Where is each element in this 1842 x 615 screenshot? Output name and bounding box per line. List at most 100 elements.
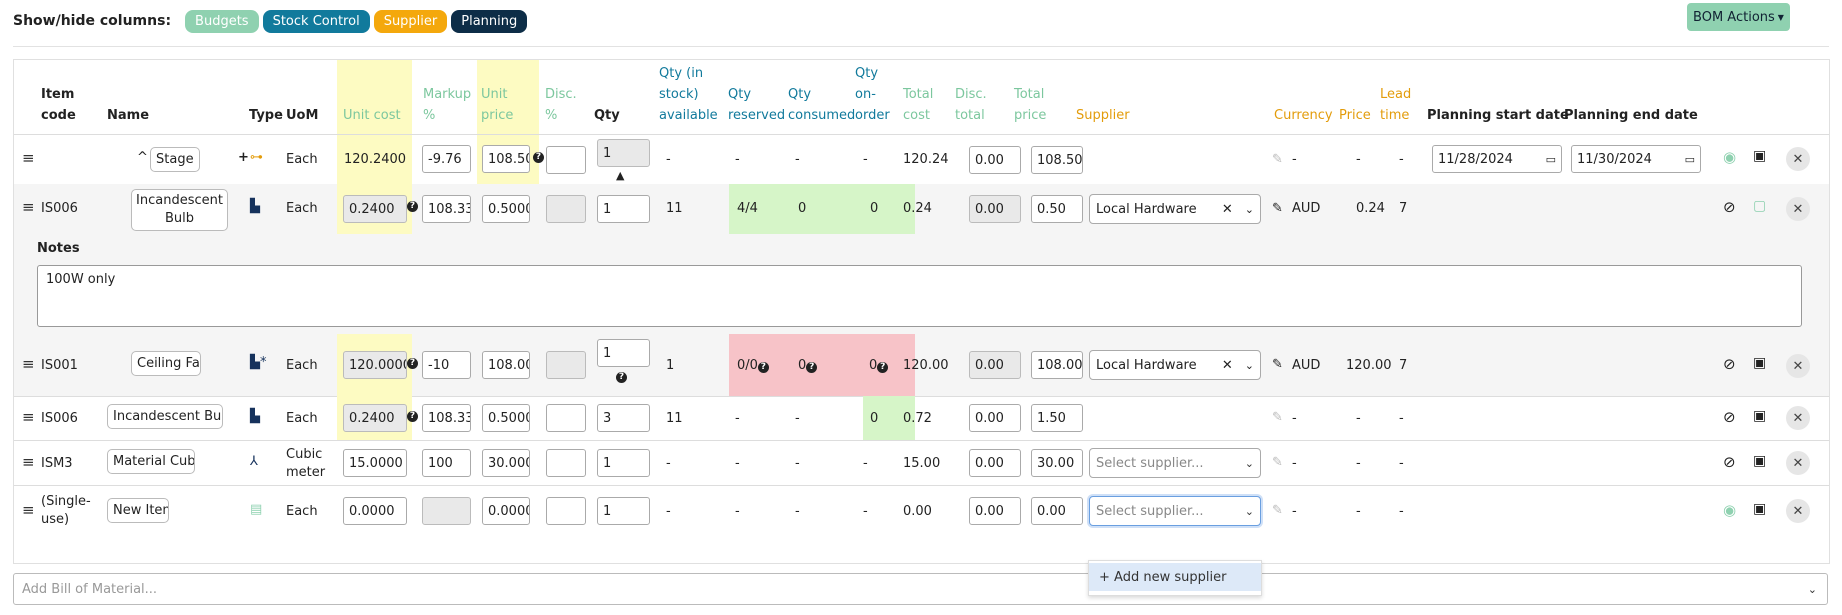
help-icon[interactable]: ? [616,372,627,383]
supplier-select[interactable]: Local Hardware ✕ ⌄ [1089,350,1261,380]
item-name-input[interactable]: Incandescent Bulb [131,189,228,231]
help-icon[interactable]: ? [407,358,418,369]
total-price-input[interactable]: 0.50 [1031,195,1083,223]
eye-slash-icon[interactable]: ⊘ [1723,408,1736,426]
unit-price-input[interactable]: 0.5000 [482,404,530,432]
drag-handle-icon[interactable]: ≡ [22,198,35,216]
eye-slash-icon[interactable]: ⊘ [1723,453,1736,471]
markup-input[interactable] [422,497,471,525]
disc-input[interactable] [546,449,586,477]
drag-handle-icon[interactable]: ≡ [22,149,35,167]
unit-cost-input[interactable]: 0.2400 [343,195,407,223]
chevron-down-icon[interactable]: ⌄ [1245,505,1254,518]
total-price-input[interactable]: 108.00 [1031,351,1083,379]
supplier-select[interactable]: Select supplier... ⌄ [1089,496,1261,526]
edit-icon[interactable]: ✎ [1272,503,1283,518]
calendar-icon[interactable]: ▭ [1546,153,1556,166]
note-icon[interactable]: ▣ [1753,501,1766,517]
clear-icon[interactable]: ✕ [1222,202,1233,217]
unit-cost-input[interactable]: 120.0000 [343,351,407,379]
markup-input[interactable]: -9.76 [422,145,471,173]
total-price-input[interactable]: 30.00 [1031,449,1083,477]
chevron-down-icon[interactable]: ⌄ [1245,203,1254,216]
unit-price-input[interactable]: 108.00 [482,351,530,379]
markup-input[interactable]: -10 [422,351,471,379]
disc-total-input[interactable]: 0.00 [969,497,1021,525]
notes-textarea[interactable]: 100W only [37,265,1802,327]
edit-icon[interactable]: ✎ [1272,357,1283,372]
disc-total-input[interactable]: 0.00 [969,404,1021,432]
total-price-input[interactable]: 0.00 [1031,497,1083,525]
qty-input[interactable]: 1 [597,339,650,367]
edit-icon[interactable]: ✎ [1272,410,1283,425]
add-new-supplier-option[interactable]: + Add new supplier [1089,563,1261,591]
markup-input[interactable]: 100 [422,449,471,477]
unit-price-input[interactable]: 108.50 [482,145,530,173]
disc-input[interactable] [546,351,586,379]
total-price-input[interactable]: 108.50 [1031,146,1083,174]
item-name-input[interactable]: New Item [107,498,169,523]
help-icon[interactable]: ? [407,201,418,212]
drag-handle-icon[interactable]: ≡ [22,501,35,519]
help-icon[interactable]: ? [757,362,769,373]
edit-icon[interactable]: ✎ [1272,152,1283,167]
supplier-select[interactable]: Local Hardware ✕ ⌄ [1089,194,1261,224]
disc-input[interactable] [546,195,586,223]
edit-icon[interactable]: ✎ [1272,455,1283,470]
chevron-down-icon[interactable]: ⌄ [1808,583,1817,596]
unit-price-input[interactable]: 0.5000 [482,195,530,223]
qty-input[interactable]: 1 [597,139,650,167]
chevron-down-icon[interactable]: ⌄ [1245,457,1254,470]
disc-input[interactable] [546,146,586,174]
remove-row-button[interactable]: ✕ [1786,147,1810,171]
chevron-down-icon[interactable]: ⌄ [1245,359,1254,372]
markup-input[interactable]: 108.33 [422,404,471,432]
remove-row-button[interactable]: ✕ [1786,354,1810,378]
unit-cost-input[interactable]: 0.0000 [343,497,407,525]
collapse-chevron-icon[interactable]: ^ [137,150,148,165]
eye-icon[interactable]: ◉ [1723,148,1736,166]
add-bom-select[interactable]: Add Bill of Material... ⌄ [13,573,1828,605]
help-icon[interactable]: ? [806,362,818,373]
eye-icon[interactable]: ◉ [1723,501,1736,519]
disc-total-input[interactable]: 0.00 [969,195,1021,223]
note-icon[interactable]: ▣ [1753,355,1766,371]
qty-input[interactable]: 1 [597,449,650,477]
eye-slash-icon[interactable]: ⊘ [1723,355,1736,373]
unit-cost-input[interactable]: 0.2400 [343,404,407,432]
disc-total-input[interactable]: 0.00 [969,146,1021,174]
unit-price-input[interactable]: 0.0000 [482,497,530,525]
remove-row-button[interactable]: ✕ [1786,499,1810,523]
bom-actions-button[interactable]: BOM Actions ▼ [1687,3,1790,31]
disc-total-input[interactable]: 0.00 [969,351,1021,379]
drag-handle-icon[interactable]: ≡ [22,408,35,426]
toggle-budgets[interactable]: Budgets [185,9,259,33]
unit-cost-input[interactable]: 15.0000 [343,449,407,477]
total-price-input[interactable]: 1.50 [1031,404,1083,432]
item-name-input[interactable]: Material Cubic [107,449,195,474]
disc-total-input[interactable]: 0.00 [969,449,1021,477]
markup-input[interactable]: 108.33 [422,195,471,223]
help-icon[interactable]: ? [407,411,418,422]
remove-row-button[interactable]: ✕ [1786,197,1810,221]
item-name-input[interactable]: Incandescent Bulb [107,404,223,429]
remove-row-button[interactable]: ✕ [1786,406,1810,430]
unit-price-input[interactable]: 30.000 [482,449,530,477]
note-icon[interactable]: ▣ [1753,148,1766,164]
toggle-supplier[interactable]: Supplier [373,9,448,33]
note-icon[interactable]: ▣ [1753,453,1766,469]
qty-input[interactable]: 1 [597,497,650,525]
add-item-icon[interactable]: + [238,150,249,165]
qty-input[interactable]: 3 [597,404,650,432]
help-icon[interactable]: ? [533,152,544,163]
disc-input[interactable] [546,404,586,432]
remove-row-button[interactable]: ✕ [1786,451,1810,475]
help-icon[interactable]: ? [877,362,889,373]
note-icon[interactable]: ▣ [1753,408,1766,424]
note-icon[interactable]: ▢ [1753,198,1766,214]
stage-name-input[interactable]: Stage 1 [150,147,200,172]
qty-input[interactable]: 1 [597,195,650,223]
clear-icon[interactable]: ✕ [1222,358,1233,373]
eye-slash-icon[interactable]: ⊘ [1723,198,1736,216]
calendar-icon[interactable]: ▭ [1685,153,1695,166]
